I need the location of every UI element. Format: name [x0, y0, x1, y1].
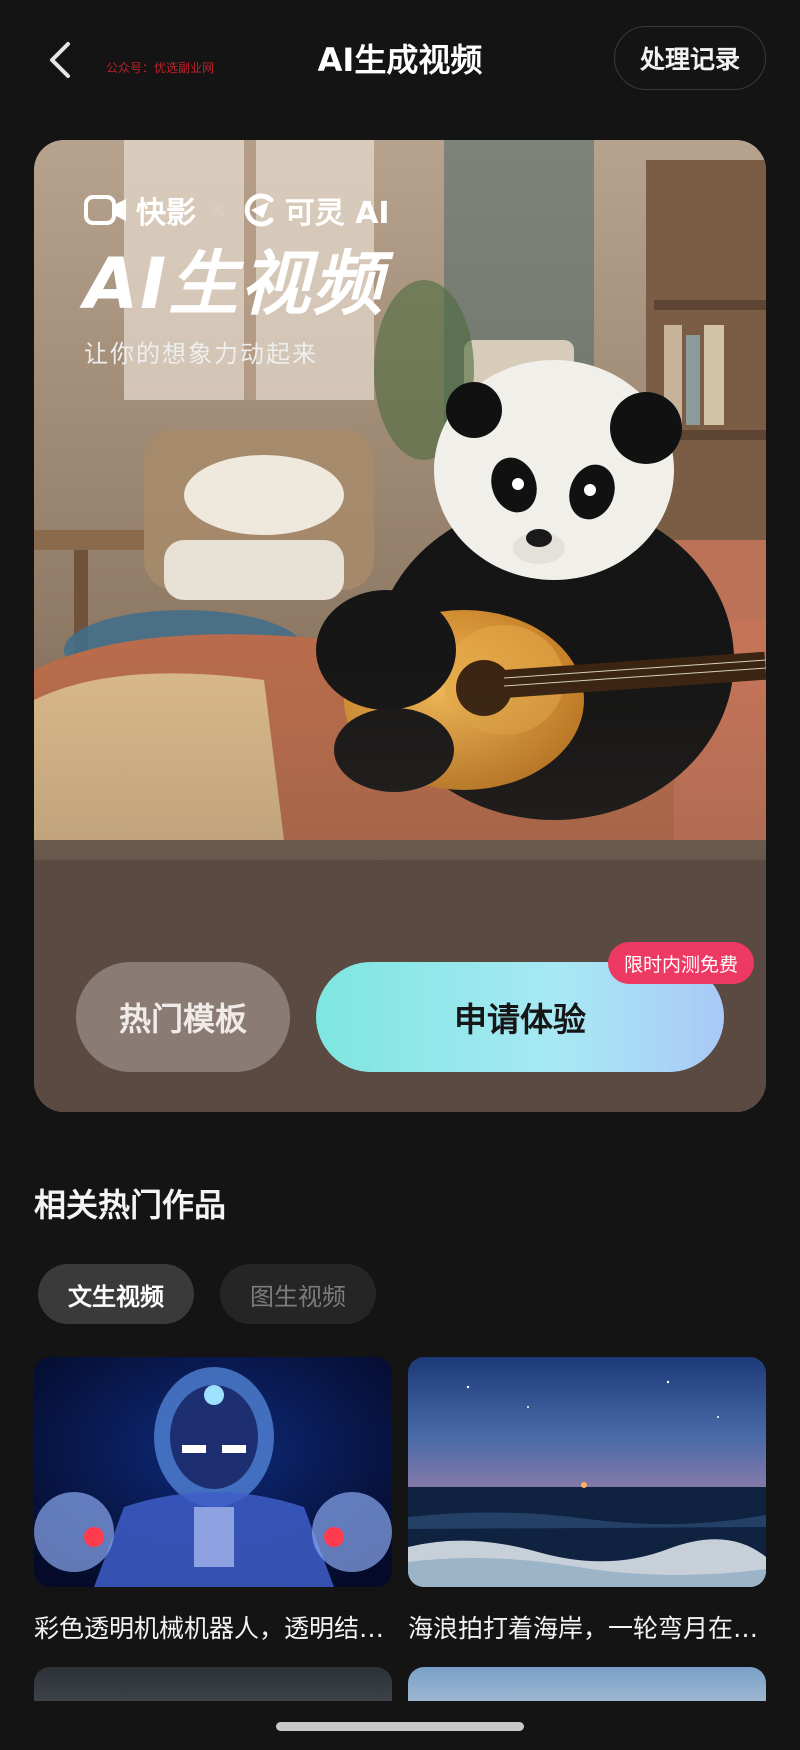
tab-image-to-video[interactable]: 图生视频	[220, 1264, 376, 1324]
free-beta-badge: 限时内测免费	[608, 942, 755, 984]
work-card[interactable]: 海浪拍打着海岸，一轮弯月在夜空中	[408, 1357, 766, 1645]
ocean-moon-thumbnail	[408, 1357, 766, 1587]
kling-logo-icon	[244, 193, 274, 227]
kuaiying-logo-icon	[84, 195, 126, 225]
brand-kling-text: 可灵 AI	[284, 196, 390, 231]
top-bar: 公众号：优选副业网 AI生成视频 处理记录	[0, 0, 800, 120]
hero-banner: 快影 × 可灵 AI AI生视频 让你的想象力动起来 热门模板 申请体验 限时内…	[34, 140, 766, 1112]
brand-kuaiying-text: 快影	[136, 196, 196, 231]
tab-text-to-video[interactable]: 文生视频	[38, 1264, 194, 1324]
work-card-partial[interactable]	[34, 1667, 392, 1701]
history-button[interactable]: 处理记录	[614, 26, 766, 90]
related-works-title: 相关热门作品	[34, 1186, 227, 1224]
work-card[interactable]: 彩色透明机械机器人，透明结构的机器人在蓝色背景下	[34, 1357, 392, 1645]
hero-title: AI生视频	[84, 243, 385, 325]
work-caption: 海浪拍打着海岸，一轮弯月在夜空中	[408, 1614, 766, 1643]
hot-templates-button[interactable]: 热门模板	[76, 962, 290, 1072]
brand-row: 快影 × 可灵 AI	[84, 188, 390, 232]
work-caption: 彩色透明机械机器人，透明结构的机器人在蓝色背景下	[34, 1614, 392, 1643]
brand-separator: ×	[210, 198, 227, 222]
work-card-partial[interactable]	[408, 1667, 766, 1701]
home-indicator	[276, 1722, 524, 1731]
hero-subtitle: 让你的想象力动起来	[84, 340, 318, 368]
robot-thumbnail	[34, 1357, 392, 1587]
